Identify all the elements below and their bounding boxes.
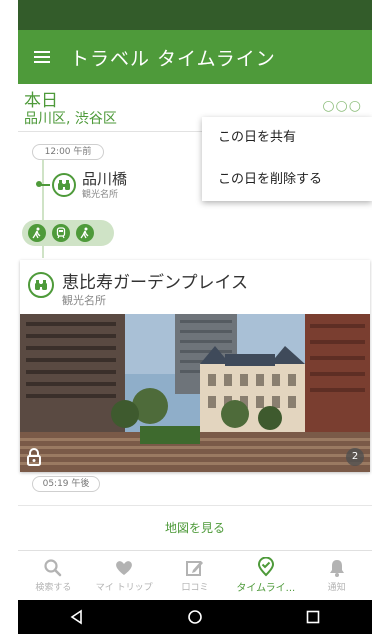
bottom-navigation: 検索する マイ トリップ 口コミ タイムライ... 通知 [18,550,372,600]
nav-label: 検索する [35,583,72,593]
transit-segment[interactable] [22,220,114,246]
app-bar: トラベル タイムライン [18,30,372,84]
timeline-pin-icon [257,557,274,577]
end-time-badge: 05:19 午後 [32,476,100,492]
app-title: トラベル タイムライン [70,47,276,70]
stop-category: 観光名所 [82,189,119,200]
walk-icon [76,224,94,242]
menu-button[interactable] [18,30,66,84]
place-photo[interactable]: 2 [20,314,370,472]
walk-icon [28,224,46,242]
delete-day-menu-item[interactable]: この日を削除する [202,159,372,201]
status-bar [18,0,372,30]
system-navigation-bar [18,600,372,634]
nav-reviews[interactable]: 口コミ [160,551,231,600]
heart-icon [116,561,133,575]
view-map-link[interactable]: 地図を見る [18,505,372,549]
stop-name: 品川橋 [82,169,128,188]
nav-search[interactable]: 検索する [18,551,89,600]
home-icon[interactable] [187,609,203,625]
nav-timeline[interactable]: タイムライ... [230,551,301,600]
binoculars-icon [28,272,54,298]
hamburger-icon [34,51,50,63]
back-icon[interactable] [69,609,85,625]
nav-my-trips[interactable]: マイ トリップ [89,551,160,600]
nav-notifications[interactable]: 通知 [301,551,372,600]
train-icon [52,224,70,242]
timeline-connector [36,181,50,187]
recents-icon[interactable] [305,609,321,625]
place-title: 恵比寿ガーデンプレイス [62,273,248,293]
nav-label: タイムライ... [236,583,296,594]
day-area: 品川区, 渋谷区 [24,111,117,127]
lock-icon [26,448,42,466]
nav-label: マイ トリップ [95,583,153,593]
search-icon [44,559,62,577]
nav-label: 通知 [327,583,346,593]
share-day-menu-item[interactable]: この日を共有 [202,117,372,159]
nav-label: 口コミ [181,583,209,593]
place-category: 観光名所 [62,294,106,307]
binoculars-icon [52,173,76,197]
timeline-stop[interactable]: 品川橋 観光名所 [36,168,128,202]
bell-icon [329,560,344,577]
day-options-menu: この日を共有 この日を削除する [202,117,372,201]
photo-count-badge: 2 [346,448,364,466]
place-card[interactable]: 恵比寿ガーデンプレイス 観光名所 2 [20,260,370,472]
more-options-icon[interactable]: ○○○ [322,98,362,114]
review-icon [185,561,203,576]
start-time-badge: 12:00 午前 [32,144,104,160]
